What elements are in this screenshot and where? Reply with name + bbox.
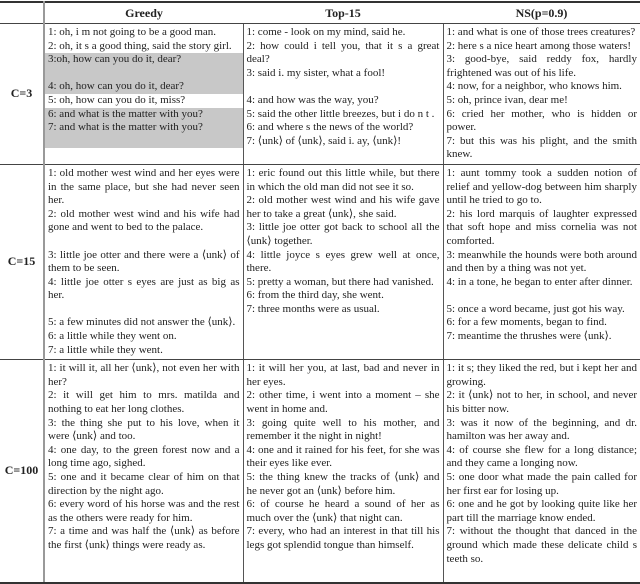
top15-sample: 2: old mother west wind and his wife gav… — [244, 194, 443, 221]
spacer — [444, 289, 640, 303]
ns-sample: 2: his lord marquis of laughter expresse… — [444, 208, 640, 249]
greedy-sample: 2: oh, it s a good thing, said the story… — [45, 40, 243, 54]
ns-cell: 1: and what is one of those trees creatu… — [443, 24, 640, 165]
ns-sample: 3: meanwhile the hounds were both around… — [444, 249, 640, 276]
ns-sample: 4: of course she flew for a long distanc… — [444, 444, 640, 471]
greedy-sample: 2: it will get him to mrs. matilda and n… — [45, 389, 243, 416]
top15-sample: 6: from the third day, she went. — [244, 289, 443, 303]
top15-sample: 1: come - look on my mind, said he. — [244, 26, 443, 40]
ns-sample: 1: aunt tommy took a sudden notion of re… — [444, 167, 640, 208]
top15-sample: 4: and how was the way, you? — [244, 94, 443, 108]
group-row: C=151: old mother west wind and her eyes… — [0, 164, 640, 359]
spacer — [45, 135, 243, 149]
greedy-sample: 7: a little while they went. — [45, 344, 243, 358]
header-top15: Top-15 — [243, 2, 443, 24]
header-row: Greedy Top-15 NS(p=0.9) — [0, 2, 640, 24]
ns-sample: 5: once a word became, just got his way. — [444, 303, 640, 317]
spacer — [45, 235, 243, 249]
spacer — [45, 303, 243, 317]
spacer — [45, 566, 243, 580]
greedy-sample: 4: one day, to the green forest now and … — [45, 444, 243, 471]
ns-sample: 1: and what is one of those trees creatu… — [444, 26, 640, 40]
group-row: C=31: oh, i m not going to be a good man… — [0, 24, 640, 165]
ns-sample: 3: was it now of the beginning, and dr. … — [444, 417, 640, 444]
greedy-sample: 7: a time and was half the ⟨unk⟩ as befo… — [45, 525, 243, 552]
greedy-sample: 5: oh, how can you do it, miss? — [45, 94, 243, 108]
header-empty — [0, 2, 44, 24]
ns-cell: 1: it s; they liked the red, but i kept … — [443, 360, 640, 583]
ns-cell: 1: aunt tommy took a sudden notion of re… — [443, 164, 640, 359]
greedy-sample: 1: old mother west wind and her eyes wer… — [45, 167, 243, 208]
greedy-sample: 6: a little while they went on. — [45, 330, 243, 344]
greedy-cell: 1: old mother west wind and her eyes wer… — [44, 164, 243, 359]
greedy-sample: 1: it will it, all her ⟨unk⟩, not even h… — [45, 362, 243, 389]
greedy-sample: 6: every word of his horse was and the r… — [45, 498, 243, 525]
top15-cell: 1: eric found out this little while, but… — [243, 164, 443, 359]
greedy-sample: 5: a few minutes did not answer the ⟨unk… — [45, 316, 243, 330]
top15-sample: 5: said the other little breezes, but i … — [244, 108, 443, 122]
top15-sample: 3: said i. my sister, what a fool! — [244, 67, 443, 81]
top15-sample: 7: ⟨unk⟩ of ⟨unk⟩, said i. ay, ⟨unk⟩! — [244, 135, 443, 149]
spacer — [244, 80, 443, 94]
header-ns: NS(p=0.9) — [443, 2, 640, 24]
top15-sample: 4: little joyce s eyes grew well at once… — [244, 249, 443, 276]
top15-sample: 3: going quite well to his mother, and r… — [244, 417, 443, 444]
ns-sample: 1: it s; they liked the red, but i kept … — [444, 362, 640, 389]
group-label: C=100 — [0, 360, 44, 583]
ns-sample: 5: oh, prince ivan, dear me! — [444, 94, 640, 108]
greedy-sample-repeated: 6: and what is the matter with you? — [45, 108, 243, 122]
ns-sample: 2: here s a nice heart among those water… — [444, 40, 640, 54]
spacer — [45, 553, 243, 567]
ns-sample: 6: cried her mother, who is hidden or po… — [444, 108, 640, 135]
top15-sample: 7: every, who had an interest in that ti… — [244, 525, 443, 552]
greedy-cell: 1: oh, i m not going to be a good man.2:… — [44, 24, 243, 165]
top15-cell: 1: it will her you, at last, bad and nev… — [243, 360, 443, 583]
top15-sample: 1: eric found out this little while, but… — [244, 167, 443, 194]
top15-sample: 4: one and it rained for his feet, for s… — [244, 444, 443, 471]
group-label: C=3 — [0, 24, 44, 165]
greedy-sample-repeated: 7: and what is the matter with you? — [45, 121, 243, 135]
top15-sample: 7: three months were as usual. — [244, 303, 443, 317]
ns-sample: 4: in a tone, he began to enter after di… — [444, 276, 640, 290]
group-label: C=15 — [0, 164, 44, 359]
top15-sample: 5: the thing knew the tracks of ⟨unk⟩ an… — [244, 471, 443, 498]
header-greedy: Greedy — [44, 2, 243, 24]
greedy-sample-repeated: 3:oh, how can you do it, dear? — [45, 53, 243, 67]
ns-sample: 2: it ⟨unk⟩ not to her, in school, and n… — [444, 389, 640, 416]
top15-cell: 1: come - look on my mind, said he.2: ho… — [243, 24, 443, 165]
top15-sample: 3: little joe otter got back to school a… — [244, 221, 443, 248]
ns-sample: 5: one door what made the pain called fo… — [444, 471, 640, 498]
ns-sample: 6: one and he got by looking quite like … — [444, 498, 640, 525]
greedy-sample-repeated: 4: oh, how can you do it, dear? — [45, 80, 243, 94]
top15-sample: 2: other time, i went into a moment – sh… — [244, 389, 443, 416]
greedy-cell: 1: it will it, all her ⟨unk⟩, not even h… — [44, 360, 243, 583]
greedy-sample: 2: old mother west wind and his wife had… — [45, 208, 243, 235]
greedy-sample: 3: the thing she put to his love, when i… — [45, 417, 243, 444]
top15-sample: 2: how could i tell you, that it s a gre… — [244, 40, 443, 67]
top15-sample: 6: of course he heard a sound of her as … — [244, 498, 443, 525]
greedy-sample: 5: one and it became clear of him on tha… — [45, 471, 243, 498]
ns-sample: 7: but this was his plight, and the smit… — [444, 135, 640, 162]
ns-sample: 4: now, for a neighbor, who knows him. — [444, 80, 640, 94]
greedy-sample: 4: little joe otter s eyes are just as b… — [45, 276, 243, 303]
top15-sample: 6: and where s the news of the world? — [244, 121, 443, 135]
ns-sample: 6: for a few moments, began to find. — [444, 316, 640, 330]
ns-sample: 7: meantime the thrushes were ⟨unk⟩. — [444, 330, 640, 344]
ns-sample: 3: good-bye, said reddy fox, hardly frig… — [444, 53, 640, 80]
top15-sample: 5: pretty a woman, but there had vanishe… — [244, 276, 443, 290]
top15-sample: 1: it will her you, at last, bad and nev… — [244, 362, 443, 389]
group-row: C=1001: it will it, all her ⟨unk⟩, not e… — [0, 360, 640, 583]
ns-sample: 7: without the thought that danced in th… — [444, 525, 640, 566]
greedy-sample: 3: little joe otter and there were a ⟨un… — [45, 249, 243, 276]
samples-table: Greedy Top-15 NS(p=0.9) C=31: oh, i m no… — [0, 1, 640, 584]
spacer — [45, 67, 243, 81]
greedy-sample: 1: oh, i m not going to be a good man. — [45, 26, 243, 40]
